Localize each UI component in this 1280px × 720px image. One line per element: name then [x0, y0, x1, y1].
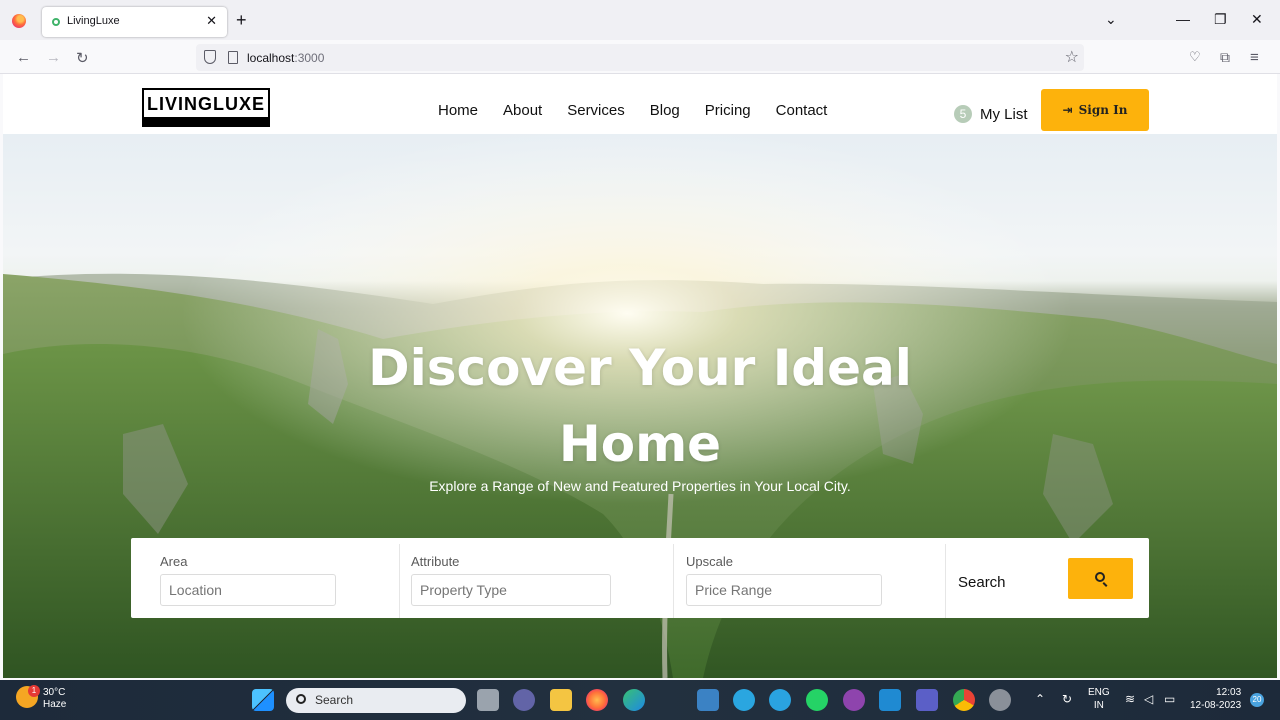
nav-link-contact[interactable]: Contact	[776, 102, 828, 119]
task-view-icon[interactable]	[477, 689, 499, 711]
app-icon[interactable]	[697, 689, 719, 711]
search-icon	[1095, 572, 1105, 582]
language-indicator[interactable]: ENG IN	[1088, 686, 1110, 712]
field-divider	[945, 544, 946, 618]
nav-link-about[interactable]: About	[503, 102, 542, 119]
main-nav: Home About Services Blog Pricing Contact	[438, 102, 852, 119]
reload-icon[interactable]: ↻	[76, 49, 89, 67]
tab-title: LivingLuxe	[67, 15, 120, 27]
browser-tab-active[interactable]: LivingLuxe ✕	[42, 7, 227, 37]
region-text: IN	[1093, 700, 1104, 711]
field-divider	[399, 544, 400, 618]
vscode-icon[interactable]	[879, 689, 901, 711]
sign-in-label: Sign In	[1078, 103, 1128, 117]
telegram-icon[interactable]	[769, 689, 791, 711]
edge-icon[interactable]	[623, 689, 645, 711]
hero-subtitle: Explore a Range of New and Featured Prop…	[429, 478, 851, 494]
site-header: LIVINGLUXE Home About Services Blog Pric…	[3, 74, 1277, 134]
taskbar-search-label: Search	[315, 693, 354, 707]
address-bar[interactable]: localhost:3000 ☆	[196, 44, 1084, 71]
show-hidden-icons-chevron-icon[interactable]: ⌃	[1035, 692, 1045, 706]
property-type-input[interactable]	[411, 574, 611, 606]
restore-icon[interactable]: ❐	[1214, 11, 1227, 28]
tracking-shield-icon[interactable]	[204, 50, 216, 64]
menu-hamburger-icon[interactable]: ≡	[1250, 49, 1259, 66]
nav-link-pricing[interactable]: Pricing	[705, 102, 751, 119]
whatsapp-icon[interactable]	[806, 689, 828, 711]
hero-title: Discover Your Ideal Home	[368, 339, 912, 473]
volume-icon[interactable]: ◁	[1144, 692, 1153, 706]
app-icon[interactable]	[843, 689, 865, 711]
chrome-icon[interactable]	[953, 689, 975, 711]
clock[interactable]: 12:03 12-08-2023	[1190, 686, 1241, 712]
clock-time: 12:03	[1216, 687, 1242, 698]
nav-link-home[interactable]: Home	[438, 102, 478, 119]
attribute-label: Attribute	[411, 554, 460, 569]
bookmark-star-icon[interactable]: ☆	[1065, 47, 1079, 67]
taskbar-search[interactable]: Search	[286, 688, 466, 713]
notification-badge[interactable]: 20	[1250, 693, 1264, 707]
sync-icon[interactable]: ↻	[1062, 692, 1072, 706]
weather-alert-badge: 1	[28, 685, 40, 697]
app-icon[interactable]	[733, 689, 755, 711]
logo-text: LIVINGLUXE	[146, 94, 265, 114]
windows-start-icon[interactable]	[252, 689, 274, 711]
location-input[interactable]	[160, 574, 336, 606]
back-arrow-icon[interactable]: ←	[16, 49, 31, 66]
extensions-icon[interactable]: ⧉	[1220, 49, 1230, 66]
temperature-text: 30°C	[43, 687, 66, 698]
area-label: Area	[160, 554, 188, 569]
field-divider	[673, 544, 674, 618]
url-text[interactable]: localhost:3000	[247, 51, 324, 65]
tab-favicon-icon	[52, 18, 60, 26]
hero-section: Discover Your Ideal Home Explore a Range…	[3, 134, 1277, 678]
upscale-label: Upscale	[686, 554, 733, 569]
my-list-count-badge: 5	[954, 105, 972, 123]
website-viewport: LIVINGLUXE Home About Services Blog Pric…	[3, 74, 1277, 678]
tab-close-icon[interactable]: ✕	[206, 13, 217, 29]
nav-link-blog[interactable]: Blog	[650, 102, 680, 119]
property-search-box: Area Attribute Upscale Search	[131, 538, 1149, 618]
new-tab-icon[interactable]: +	[236, 10, 247, 31]
language-text: ENG	[1088, 687, 1110, 698]
teams-chat-icon[interactable]	[513, 689, 535, 711]
forward-arrow-icon[interactable]: →	[46, 49, 61, 66]
windows-taskbar: 1 30°C Haze Search ⌃ ↻ ENG IN ≋ ◁ ▭ 12:0…	[0, 680, 1280, 720]
search-button[interactable]	[1068, 558, 1133, 599]
minimize-icon[interactable]: —	[1176, 11, 1190, 27]
weather-text: Haze	[43, 699, 67, 710]
tab-list-chevron-down-icon[interactable]: ⌄	[1105, 11, 1117, 28]
teams-icon[interactable]	[916, 689, 938, 711]
settings-gear-icon[interactable]	[989, 689, 1011, 711]
page-info-icon[interactable]	[228, 51, 238, 64]
my-list-label: My List	[980, 105, 1028, 123]
taskbar-search-icon	[296, 694, 306, 704]
pocket-icon[interactable]: ♡	[1189, 49, 1201, 65]
sign-in-button[interactable]: ⇥ Sign In	[1041, 89, 1149, 131]
nav-link-services[interactable]: Services	[567, 102, 625, 119]
sign-in-icon: ⇥	[1062, 103, 1073, 117]
browser-nav-bar: ← → ↻ localhost:3000 ☆ ♡ ⧉ ≡	[0, 40, 1280, 74]
wifi-icon[interactable]: ≋	[1125, 692, 1135, 706]
my-list-link[interactable]: 5 My List	[954, 105, 1028, 123]
weather-widget[interactable]: 30°C Haze	[43, 687, 66, 711]
file-explorer-icon[interactable]	[550, 689, 572, 711]
firefox-taskbar-icon[interactable]	[586, 689, 608, 711]
price-range-input[interactable]	[686, 574, 882, 606]
firefox-icon	[12, 14, 26, 28]
site-logo[interactable]: LIVINGLUXE	[142, 88, 270, 127]
logo-underline-bar	[144, 117, 268, 125]
browser-tab-bar: LivingLuxe ✕ + ⌄ — ❐ ✕	[0, 0, 1280, 40]
search-label: Search	[958, 574, 1006, 591]
clock-date: 12-08-2023	[1190, 700, 1242, 711]
battery-icon[interactable]: ▭	[1164, 692, 1175, 706]
window-close-icon[interactable]: ✕	[1251, 11, 1263, 28]
